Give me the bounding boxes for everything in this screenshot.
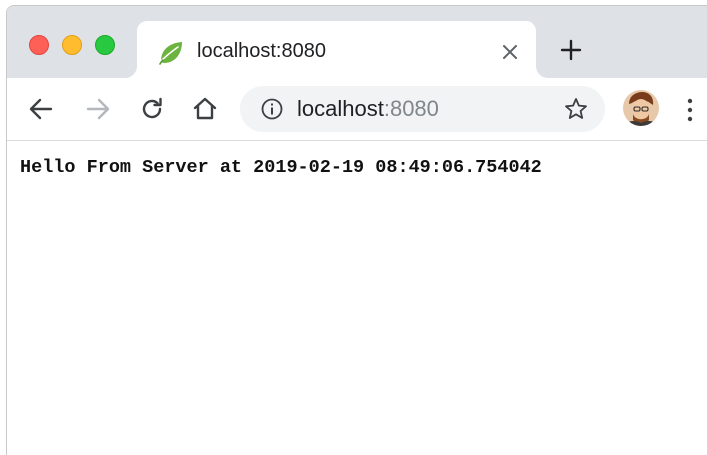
avatar[interactable] bbox=[623, 90, 659, 126]
home-icon[interactable] bbox=[191, 95, 219, 123]
reload-icon[interactable] bbox=[138, 95, 166, 123]
window-maximize-button[interactable] bbox=[95, 35, 115, 55]
url-port: :8080 bbox=[383, 96, 439, 121]
address-bar[interactable]: localhost:8080 bbox=[240, 86, 605, 132]
window-minimize-button[interactable] bbox=[62, 35, 82, 55]
arrow-left-icon[interactable] bbox=[27, 95, 55, 123]
close-icon[interactable] bbox=[499, 41, 521, 63]
star-icon[interactable] bbox=[563, 96, 589, 122]
plus-icon[interactable] bbox=[559, 38, 583, 62]
profile-photo-icon bbox=[623, 90, 659, 126]
tab-title: localhost:8080 bbox=[197, 40, 326, 62]
tab-strip: localhost:8080 bbox=[7, 6, 707, 78]
browser-toolbar: localhost:8080 bbox=[7, 78, 707, 141]
tab-active[interactable]: localhost:8080 bbox=[137, 21, 536, 78]
vertical-dots-icon[interactable] bbox=[685, 97, 695, 123]
window-close-button[interactable] bbox=[29, 35, 49, 55]
arrow-right-icon[interactable] bbox=[84, 95, 112, 123]
url-text: localhost:8080 bbox=[297, 96, 439, 122]
url-host: localhost bbox=[297, 96, 384, 121]
spring-leaf-icon bbox=[159, 42, 182, 65]
browser-window: localhost:8080 localhost:8080 Hello From… bbox=[6, 5, 707, 455]
info-icon[interactable] bbox=[260, 97, 284, 121]
server-message: Hello From Server at 2019-02-19 08:49:06… bbox=[20, 157, 542, 178]
page-content: Hello From Server at 2019-02-19 08:49:06… bbox=[7, 141, 707, 455]
